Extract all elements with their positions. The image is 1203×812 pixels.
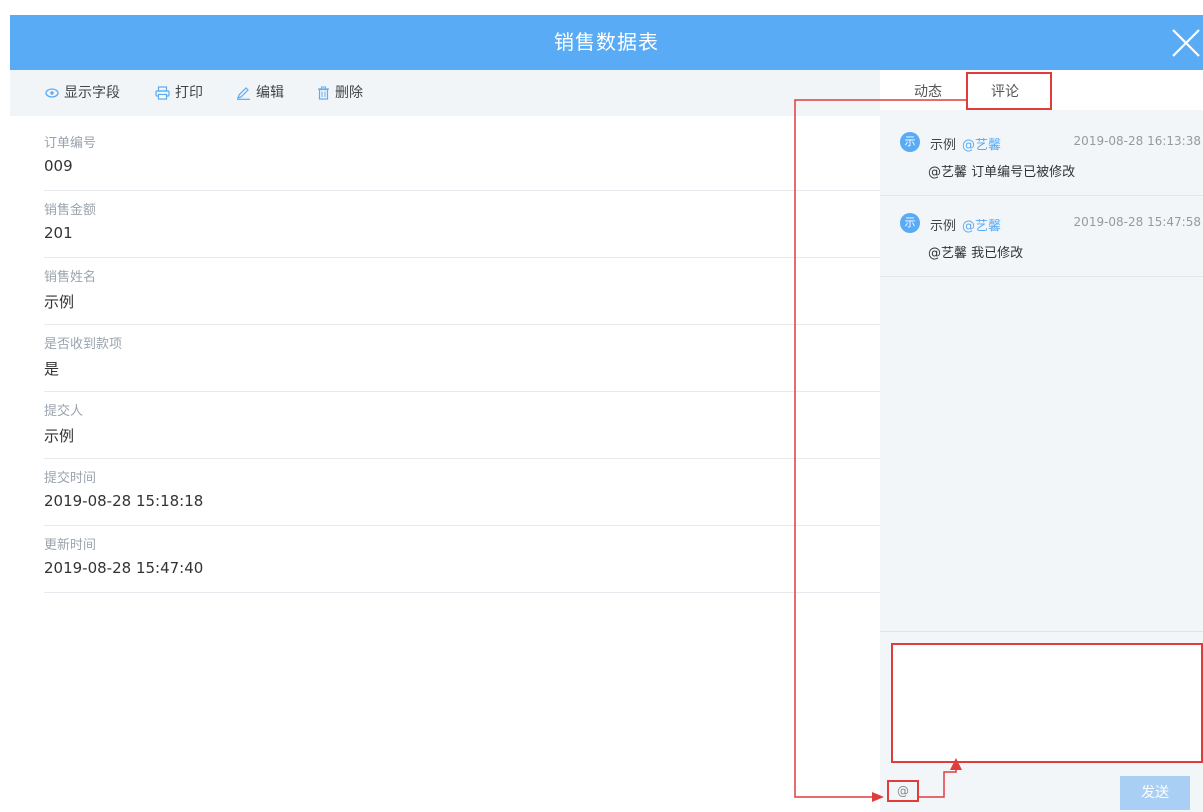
field-label: 销售姓名	[44, 270, 97, 285]
avatar: 示	[900, 213, 920, 233]
field-value: 2019-08-28 15:47:40	[44, 559, 204, 577]
field-sales-amount: 销售金额 201	[44, 191, 880, 258]
comment-author: 示例	[930, 138, 957, 153]
field-value: 示例	[44, 427, 75, 445]
comment-time: 2019-08-28 15:47:58	[1073, 215, 1201, 229]
comment-text: @艺馨 订单编号已被修改	[928, 165, 1076, 180]
send-button[interactable]: 发送	[1120, 776, 1190, 810]
edit-label: 编辑	[256, 85, 284, 101]
eye-icon	[45, 88, 59, 98]
field-value: 示例	[44, 293, 75, 311]
delete-button[interactable]: 删除	[317, 70, 363, 116]
divider	[880, 631, 1203, 632]
pencil-icon	[237, 87, 250, 100]
dialog-header: 销售数据表	[10, 15, 1203, 70]
tab-activity[interactable]: 动态	[914, 70, 942, 110]
print-label: 打印	[175, 85, 203, 101]
field-label: 销售金额	[44, 203, 97, 218]
comment-mention[interactable]: @艺馨	[962, 219, 1001, 234]
delete-label: 删除	[335, 85, 363, 101]
comment-list: 示 示例 @艺馨 2019-08-28 16:13:38 @艺馨 订单编号已被修改…	[880, 115, 1203, 277]
comment-author-line: 示例 @艺馨	[930, 134, 1001, 153]
show-fields-label: 显示字段	[64, 85, 120, 101]
field-order-number: 订单编号 009	[44, 124, 880, 191]
printer-icon	[155, 86, 170, 100]
comment-author-line: 示例 @艺馨	[930, 215, 1001, 234]
show-fields-button[interactable]: 显示字段	[45, 70, 120, 116]
comment-item: 示 示例 @艺馨 2019-08-28 15:47:58 @艺馨 我已修改	[880, 196, 1203, 277]
field-label: 更新时间	[44, 538, 97, 553]
comment-text: @艺馨 我已修改	[928, 246, 1024, 261]
mention-button[interactable]: @	[887, 780, 919, 802]
field-value: 201	[44, 224, 73, 242]
field-submit-time: 提交时间 2019-08-28 15:18:18	[44, 459, 880, 526]
comment-time: 2019-08-28 16:13:38	[1073, 134, 1201, 148]
record-fields: 订单编号 009 销售金额 201 销售姓名 示例 是否收到款项 是 提交人 示…	[44, 124, 880, 593]
tab-comments[interactable]: 评论	[991, 70, 1019, 110]
field-value: 009	[44, 157, 73, 175]
field-payment-received: 是否收到款项 是	[44, 325, 880, 392]
comment-input[interactable]	[891, 643, 1203, 763]
field-update-time: 更新时间 2019-08-28 15:47:40	[44, 526, 880, 593]
comment-mention[interactable]: @艺馨	[962, 138, 1001, 153]
field-label: 提交人	[44, 404, 84, 419]
field-label: 订单编号	[44, 136, 97, 151]
field-label: 是否收到款项	[44, 337, 123, 352]
edit-button[interactable]: 编辑	[236, 70, 284, 116]
comment-author: 示例	[930, 219, 957, 234]
field-sales-name: 销售姓名 示例	[44, 258, 880, 325]
side-tabs: 动态 评论	[880, 70, 1203, 110]
field-label: 提交时间	[44, 471, 97, 486]
field-value: 2019-08-28 15:18:18	[44, 492, 204, 510]
print-button[interactable]: 打印	[155, 70, 203, 116]
trash-icon	[318, 86, 329, 100]
comment-item: 示 示例 @艺馨 2019-08-28 16:13:38 @艺馨 订单编号已被修改	[880, 115, 1203, 196]
dialog-title: 销售数据表	[554, 30, 659, 54]
toolbar: 显示字段 打印 编辑 删除	[10, 70, 880, 116]
comment-panel: 动态 评论 示 示例 @艺馨 2019-08-28 16:13:38 @艺馨 订单…	[880, 70, 1203, 812]
avatar: 示	[900, 132, 920, 152]
close-icon[interactable]	[1169, 26, 1203, 60]
field-submitter: 提交人 示例	[44, 392, 880, 459]
field-value: 是	[44, 360, 60, 378]
